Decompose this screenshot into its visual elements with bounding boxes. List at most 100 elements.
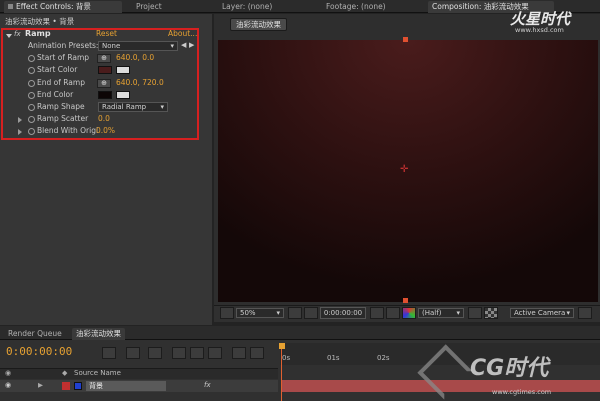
effect-name: Ramp (25, 29, 51, 38)
start-of-ramp-label: Start of Ramp (37, 53, 90, 62)
channels-icon[interactable] (402, 307, 416, 319)
anchor-crosshair-icon[interactable]: ✛ (400, 165, 408, 175)
always-preview-icon[interactable] (220, 307, 234, 319)
frame-blending-icon[interactable] (190, 347, 204, 359)
panel-menu-icon (8, 4, 13, 9)
tab-footage[interactable]: Footage: (none) (322, 1, 422, 13)
live-update-icon[interactable] (126, 347, 140, 359)
fx-icon[interactable]: fx (14, 30, 21, 38)
hide-shy-layers-icon[interactable] (172, 347, 186, 359)
end-color-label: End Color (37, 90, 74, 99)
ramp-end-handle[interactable] (403, 298, 408, 303)
zoom-value: 50% (240, 309, 256, 317)
preset-next-icon[interactable]: ▶ (189, 41, 194, 49)
crosshair-icon[interactable]: ⊕ (97, 79, 111, 88)
stopwatch-icon[interactable] (28, 67, 35, 74)
stopwatch-icon[interactable] (28, 128, 35, 135)
chevron-down-icon: ▾ (566, 309, 570, 317)
animation-presets-label: Animation Presets: (28, 41, 99, 50)
tab-timeline-comp[interactable]: 油彩流动效果 (72, 328, 125, 340)
stopwatch-icon[interactable] (28, 80, 35, 87)
source-name-header[interactable]: Source Name (74, 369, 121, 377)
eyedropper-icon[interactable] (116, 91, 130, 99)
preset-prev-icon[interactable]: ◀ (181, 41, 186, 49)
brainstorm-icon[interactable] (232, 347, 246, 359)
resolution-value: (Half) (422, 309, 442, 317)
composition-mini-flowchart-icon[interactable] (102, 347, 116, 359)
view-layout-icon[interactable] (578, 307, 592, 319)
draft-3d-icon[interactable] (148, 347, 162, 359)
ramp-scatter-value[interactable]: 0.0 (98, 114, 110, 123)
layer-expand-icon[interactable]: ▶ (38, 381, 43, 389)
animation-presets-select[interactable]: None ▾ (98, 41, 178, 51)
ramp-shape-label: Ramp Shape (37, 102, 85, 111)
layer-header-row (0, 368, 278, 379)
ruler-label: 01s (327, 354, 340, 362)
ramp-scatter-label: Ramp Scatter (37, 114, 89, 123)
viewer-timecode[interactable]: 0:00:00:00 (320, 307, 366, 319)
start-color-label: Start Color (37, 65, 78, 74)
start-of-ramp-value[interactable]: 640.0, 0.0 (116, 53, 154, 62)
watermark-cg-brand: CG时代 (470, 356, 549, 381)
eyedropper-icon[interactable] (116, 66, 130, 74)
expand-ramp-icon[interactable] (6, 34, 12, 38)
stopwatch-icon[interactable] (28, 104, 35, 111)
layer-name[interactable]: 背景 (86, 381, 166, 391)
chevron-down-icon: ▾ (276, 309, 280, 317)
solid-layer-icon (74, 382, 82, 390)
eye-icon[interactable]: ◉ (5, 381, 11, 389)
watermark-cg-url: www.cgtimes.com (492, 388, 552, 396)
tab-timeline-comp-label: 油彩流动效果 (76, 329, 121, 338)
chevron-down-icon: ▾ (170, 42, 174, 50)
reset-link[interactable]: Reset (96, 29, 117, 38)
graph-editor-icon[interactable] (250, 347, 264, 359)
stopwatch-icon[interactable] (28, 55, 35, 62)
ramp-shape-value: Radial Ramp (102, 103, 147, 111)
playhead-line[interactable] (281, 349, 282, 401)
start-color-swatch[interactable] (98, 66, 112, 74)
camera-value: Active Camera (514, 309, 566, 317)
stopwatch-icon[interactable] (28, 92, 35, 99)
tab-layer-label: Layer: (none) (222, 2, 273, 11)
watermark-url: www.hxsd.com (515, 26, 564, 34)
end-of-ramp-value[interactable]: 640.0, 720.0 (116, 78, 164, 87)
tab-render-queue[interactable]: Render Queue (4, 328, 66, 340)
safe-margins-icon[interactable] (288, 307, 302, 319)
blend-value[interactable]: 0.0% (96, 126, 115, 135)
end-color-swatch[interactable] (98, 91, 112, 99)
tab-layer[interactable]: Layer: (none) (218, 1, 318, 13)
stopwatch-icon[interactable] (28, 116, 35, 123)
mask-visibility-icon[interactable] (304, 307, 318, 319)
tab-effect-controls[interactable]: Effect Controls: 背景 (4, 1, 122, 13)
label-icon: ◆ (62, 369, 68, 377)
zoom-select[interactable]: 50% ▾ (236, 308, 284, 318)
show-snapshot-icon[interactable] (386, 307, 400, 319)
eye-icon[interactable]: ◉ (5, 369, 11, 377)
expand-scatter-icon[interactable] (18, 117, 22, 123)
ramp-shape-select[interactable]: Radial Ramp ▾ (98, 102, 168, 112)
motion-blur-icon[interactable] (208, 347, 222, 359)
expand-blend-icon[interactable] (18, 129, 22, 135)
region-of-interest-icon[interactable] (468, 307, 482, 319)
camera-select[interactable]: Active Camera ▾ (510, 308, 574, 318)
comp-name-button[interactable]: 油彩流动效果 (230, 18, 287, 31)
ramp-start-handle[interactable] (403, 37, 408, 42)
tab-effect-controls-label: Effect Controls: 背景 (16, 2, 91, 11)
effect-breadcrumb: 油彩流动效果 • 背景 (5, 17, 75, 26)
about-link[interactable]: About... (168, 29, 197, 38)
crosshair-icon[interactable]: ⊕ (97, 54, 111, 63)
camera-icon[interactable] (370, 307, 384, 319)
tab-footage-label: Footage: (none) (326, 2, 386, 11)
playhead-handle[interactable] (279, 343, 285, 349)
tab-project[interactable]: Project (132, 1, 166, 13)
ruler-label: 02s (377, 354, 390, 362)
resolution-select[interactable]: (Half) ▾ (418, 308, 464, 318)
chevron-down-icon: ▾ (456, 309, 460, 317)
animation-presets-value: None (102, 42, 121, 50)
transparency-grid-icon[interactable] (484, 307, 498, 319)
layer-label-color[interactable] (62, 382, 70, 390)
tab-project-label: Project (136, 2, 162, 11)
fx-icon[interactable]: fx (204, 381, 211, 389)
timeline-timecode[interactable]: 0:00:00:00 (6, 345, 72, 358)
end-of-ramp-label: End of Ramp (37, 78, 85, 87)
